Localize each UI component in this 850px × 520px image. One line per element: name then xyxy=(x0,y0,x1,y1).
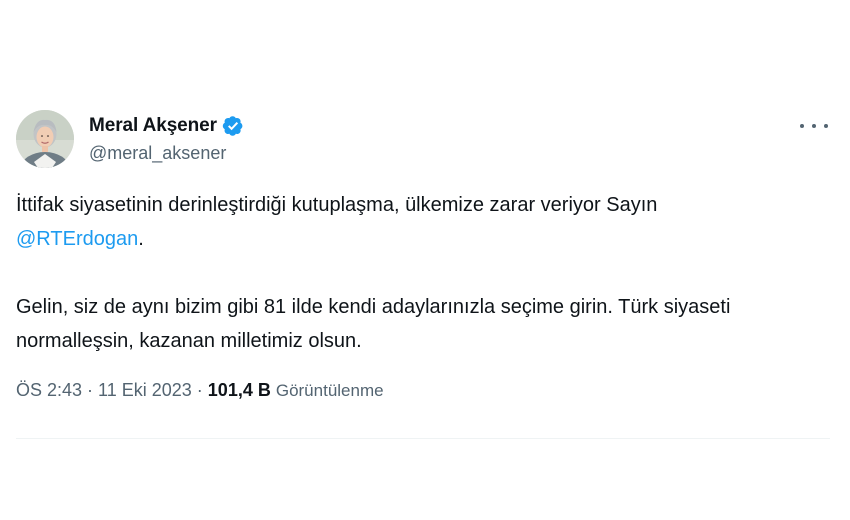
views-label: Görüntülenme xyxy=(275,381,384,400)
tweet-line-1: İttifak siyasetinin derinleştirdiği kutu… xyxy=(16,194,658,216)
verified-badge-icon[interactable] xyxy=(222,115,244,137)
tweet-time[interactable]: ÖS 2:43 xyxy=(16,380,82,401)
mention-suffix: . xyxy=(138,228,144,250)
meta-separator: · xyxy=(196,380,203,400)
tweet-paragraph-2: Gelin, siz de aynı bizim gibi 81 ilde ke… xyxy=(16,296,731,352)
mention-link[interactable]: @RTErdogan xyxy=(16,228,138,250)
more-dot xyxy=(812,124,816,128)
display-name-row: Meral Akşener xyxy=(89,114,244,138)
tweet-header: Meral Akşener @meral_aksener xyxy=(16,104,830,174)
tweet-text: İttifak siyasetinin derinleştirdiği kutu… xyxy=(16,188,830,358)
meta-separator: · xyxy=(87,380,94,400)
more-dot xyxy=(824,124,828,128)
author-handle[interactable]: @meral_aksener xyxy=(89,143,244,164)
tweet-card: Meral Akşener @meral_aksener İttifak siy… xyxy=(16,104,830,401)
avatar-image xyxy=(16,110,74,168)
more-horizontal-icon[interactable] xyxy=(800,116,828,136)
display-name[interactable]: Meral Akşener xyxy=(89,115,217,137)
tweet-date[interactable]: 11 Eki 2023 xyxy=(98,380,192,401)
more-dot xyxy=(800,124,804,128)
divider xyxy=(16,438,830,439)
tweet-meta: ÖS 2:43 · 11 Eki 2023 · 101,4 B Görüntül… xyxy=(16,380,830,401)
tweet-paragraph-1: İttifak siyasetinin derinleştirdiği kutu… xyxy=(16,188,830,256)
author-names: Meral Akşener @meral_aksener xyxy=(89,114,244,164)
avatar[interactable] xyxy=(16,110,74,168)
views-count: 101,4 B xyxy=(207,380,271,400)
